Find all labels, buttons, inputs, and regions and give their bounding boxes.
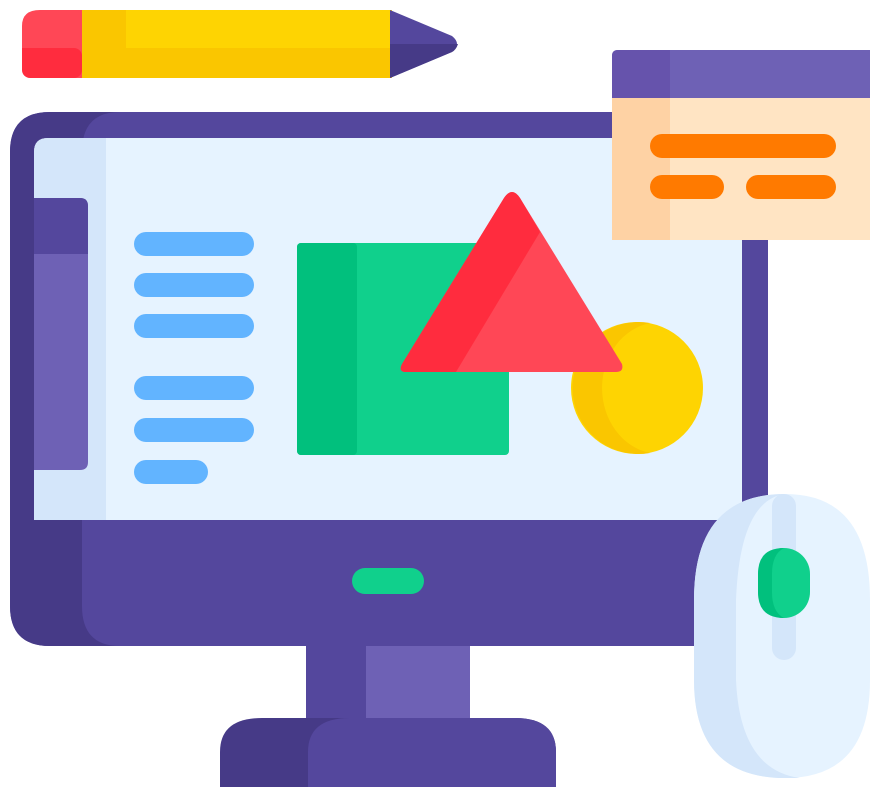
pencil-icon bbox=[22, 10, 458, 78]
illustration-canvas bbox=[0, 0, 870, 787]
text-line bbox=[134, 460, 208, 484]
mouse-icon bbox=[694, 494, 870, 778]
screen-sidebar-panel bbox=[34, 198, 88, 470]
text-line bbox=[134, 418, 254, 442]
monitor-power-button bbox=[352, 568, 424, 594]
text-line bbox=[134, 376, 254, 400]
text-line bbox=[134, 314, 254, 338]
text-line bbox=[134, 232, 254, 256]
popup-text-line bbox=[650, 175, 724, 199]
text-line bbox=[134, 273, 254, 297]
pencil-body-shade bbox=[82, 48, 392, 78]
popup-text-line bbox=[746, 175, 836, 199]
popup-window-icon bbox=[612, 50, 870, 240]
graphic-design-illustration bbox=[10, 10, 870, 787]
popup-text-line bbox=[650, 134, 836, 158]
